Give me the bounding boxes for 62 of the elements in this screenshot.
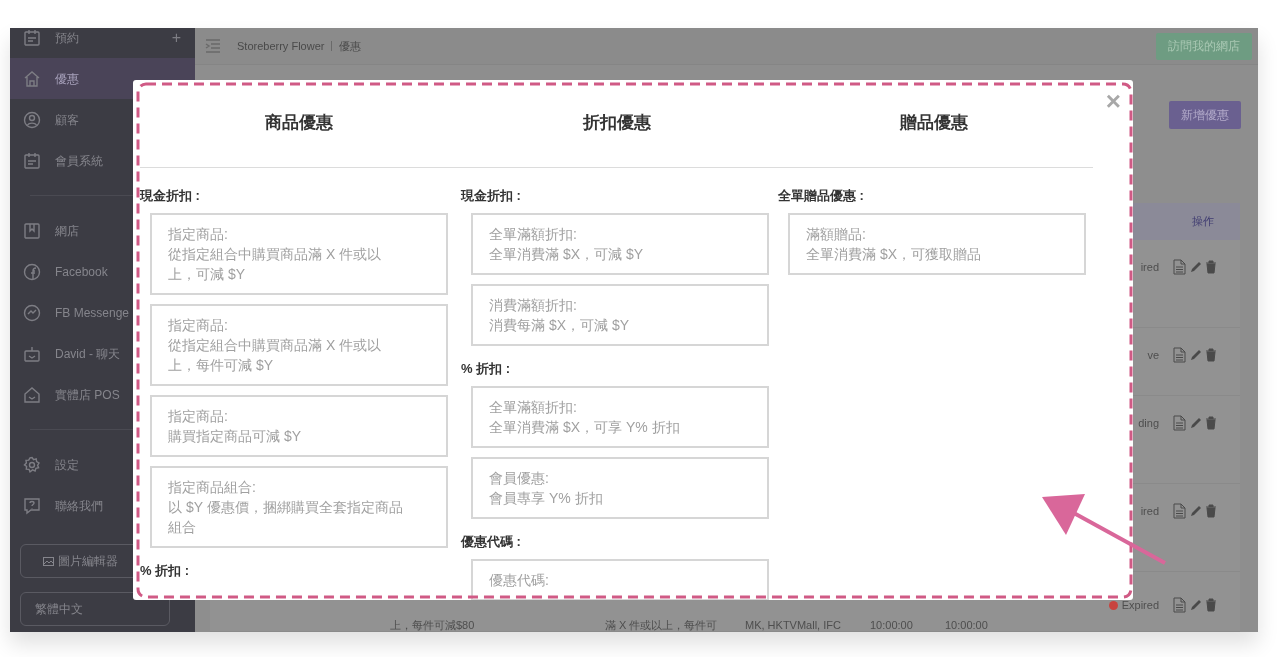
pencil-icon[interactable] xyxy=(1189,348,1202,362)
status-text: Expired xyxy=(1121,597,1159,613)
calendar-icon xyxy=(23,28,41,47)
robot-icon xyxy=(23,344,41,363)
bookmark-icon xyxy=(23,221,41,240)
breadcrumb-item[interactable]: Storeberry Flower xyxy=(237,37,325,55)
close-button[interactable]: × xyxy=(1105,88,1121,114)
column-title: 折扣優惠 xyxy=(582,112,651,134)
settings-icon xyxy=(23,455,41,474)
offer-option-card[interactable]: 滿額贈品: 全單消費滿 $X，可獲取贈品 xyxy=(788,213,1086,275)
messenger-icon xyxy=(23,303,41,322)
trash-icon[interactable] xyxy=(1205,348,1217,362)
trash-icon[interactable] xyxy=(1205,416,1217,430)
status-text: ding xyxy=(1138,415,1159,431)
help-icon xyxy=(23,496,41,515)
table-cell-text: MK, HKTVMall, IFC xyxy=(744,618,842,632)
status-text: ired xyxy=(1140,503,1159,519)
pencil-icon[interactable] xyxy=(1189,260,1202,274)
offer-option-card[interactable]: 會員優惠: 會員專享 Y% 折扣 xyxy=(471,457,769,519)
section-label: 全單贈品優惠 : xyxy=(778,187,865,205)
column-title: 商品優惠 xyxy=(265,112,333,134)
trash-icon[interactable] xyxy=(1205,598,1217,612)
column-header: 操作 xyxy=(1191,214,1214,230)
image-icon xyxy=(43,556,54,566)
sidebar-item[interactable]: 預約 + xyxy=(10,28,195,58)
table-cell-text: 10:00:00 xyxy=(869,618,914,632)
sidebar-item[interactable]: 顧客 xyxy=(10,99,195,140)
document-icon[interactable] xyxy=(1173,347,1186,363)
offer-option-card[interactable]: 全單滿額折扣: 全單消費滿 $X，可享 Y% 折扣 xyxy=(471,386,769,448)
section-label: 現金折扣 : xyxy=(140,187,201,205)
person-icon xyxy=(23,110,41,129)
pencil-icon[interactable] xyxy=(1189,504,1202,518)
calendar-icon xyxy=(23,151,41,170)
document-icon[interactable] xyxy=(1173,259,1186,275)
offer-option-card[interactable]: 指定商品組合: 以 $Y 優惠價，捆綁購買全套指定商品組合 xyxy=(150,466,448,548)
facebook-icon xyxy=(23,262,41,281)
breadcrumb-item: 優惠 xyxy=(339,38,362,54)
section-label: 現金折扣 : xyxy=(461,187,522,205)
table-cell-text: 10:00:00 xyxy=(944,618,989,632)
add-icon[interactable]: + xyxy=(171,28,181,50)
offer-option-card[interactable]: 全單滿額折扣: 全單消費滿 $X，可減 $Y xyxy=(471,213,769,275)
add-offer-button[interactable]: 新增優惠 xyxy=(1169,101,1241,129)
pencil-icon[interactable] xyxy=(1189,598,1202,612)
section-label: % 折扣 : xyxy=(461,360,512,378)
trash-icon[interactable] xyxy=(1205,504,1217,518)
document-icon[interactable] xyxy=(1173,503,1186,519)
shop-icon xyxy=(23,385,41,404)
document-icon[interactable] xyxy=(1173,597,1186,613)
section-label: 優惠代碼 : xyxy=(461,533,522,551)
sidebar-item[interactable]: 會員系統 xyxy=(10,140,195,181)
house-icon xyxy=(23,69,41,88)
pencil-icon[interactable] xyxy=(1189,416,1202,430)
status-text: ve xyxy=(1147,347,1159,363)
status-text: ired xyxy=(1140,259,1159,275)
offer-option-card[interactable]: 指定商品: 從指定組合中購買商品滿 X 件或以上，可減 $Y xyxy=(150,213,448,295)
offer-option-card[interactable]: 指定商品: 從指定組合中購買商品滿 X 件或以上，每件可減 $Y xyxy=(150,304,448,386)
document-icon[interactable] xyxy=(1173,415,1186,431)
trash-icon[interactable] xyxy=(1205,260,1217,274)
offer-option-card[interactable]: 消費滿額折扣: 消費每滿 $X，可減 $Y xyxy=(471,284,769,346)
offer-option-card[interactable]: 優惠代碼: xyxy=(471,559,769,600)
column-title: 贈品優惠 xyxy=(900,112,968,134)
offer-option-card[interactable]: 指定商品: 購買指定商品可減 $Y xyxy=(150,395,448,457)
